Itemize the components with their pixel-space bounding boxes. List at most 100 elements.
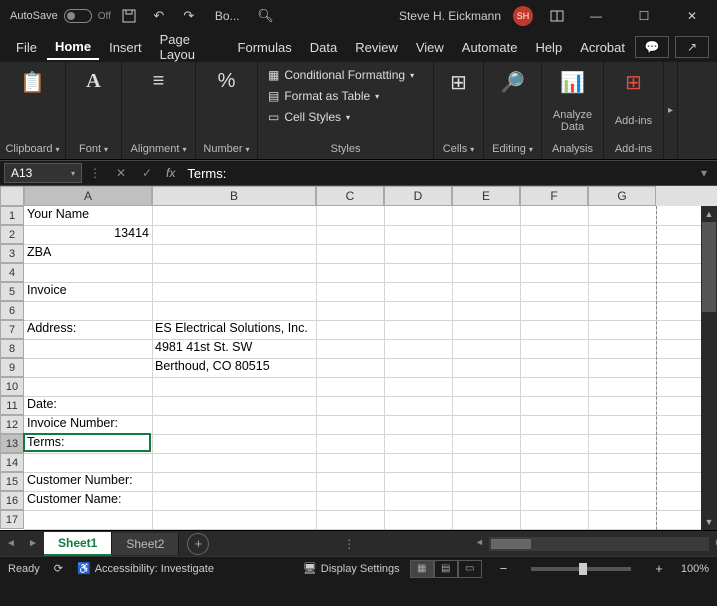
number-icon[interactable]: % — [214, 66, 240, 97]
cell-B8[interactable]: 4981 41st St. SW — [152, 339, 316, 358]
tab-prev-icon[interactable]: ◄ — [0, 538, 22, 549]
row-header-10[interactable]: 10 — [0, 377, 24, 396]
col-header-D[interactable]: D — [384, 186, 452, 206]
cell-B9[interactable]: Berthoud, CO 80515 — [152, 358, 316, 377]
vertical-scrollbar[interactable]: ▲ ▼ — [701, 206, 717, 530]
row-header-11[interactable]: 11 — [0, 396, 24, 415]
circular-refs-icon[interactable]: ⟳ — [54, 562, 63, 575]
zoom-out-button[interactable]: − — [496, 561, 512, 576]
menu-insert[interactable]: Insert — [101, 36, 150, 59]
cell-A7[interactable]: Address: — [24, 320, 152, 339]
scroll-down-icon[interactable]: ▼ — [701, 514, 717, 530]
menu-acrobat[interactable]: Acrobat — [572, 36, 633, 59]
menu-home[interactable]: Home — [47, 35, 99, 60]
row-header-8[interactable]: 8 — [0, 339, 24, 358]
menu-page-layout[interactable]: Page Layou — [152, 28, 228, 66]
col-header-G[interactable]: G — [588, 186, 656, 206]
cell-A15[interactable]: Customer Number: — [24, 472, 152, 491]
row-header-14[interactable]: 14 — [0, 453, 24, 472]
row-header-7[interactable]: 7 — [0, 320, 24, 339]
cells-area[interactable]: Your Name13414ZBA Invoice Address:ES Elect… — [24, 206, 717, 530]
cell-A12[interactable]: Invoice Number: — [24, 415, 152, 434]
cell-B7[interactable]: ES Electrical Solutions, Inc. — [152, 320, 316, 339]
analyze-icon[interactable]: 📊 — [556, 66, 589, 99]
menu-review[interactable]: Review — [347, 36, 406, 59]
horizontal-scrollbar[interactable]: ◄ ► — [489, 537, 709, 551]
ribbon-overflow-icon[interactable]: ▸ — [668, 105, 673, 116]
row-header-15[interactable]: 15 — [0, 472, 24, 491]
editing-icon[interactable]: 🔎 — [496, 66, 529, 99]
maximize-button[interactable]: ☐ — [623, 2, 665, 30]
namebox-menu-icon[interactable]: ⋮ — [82, 166, 108, 180]
row-header-16[interactable]: 16 — [0, 491, 24, 510]
row-header-9[interactable]: 9 — [0, 358, 24, 377]
col-header-B[interactable]: B — [152, 186, 316, 206]
menu-help[interactable]: Help — [527, 36, 570, 59]
name-box[interactable]: A13▾ — [4, 163, 82, 183]
cell-styles-button[interactable]: ▭Cell Styles▾ — [264, 108, 354, 126]
zoom-knob[interactable] — [579, 563, 587, 575]
menu-view[interactable]: View — [408, 36, 452, 59]
cancel-icon[interactable]: ✕ — [108, 166, 134, 180]
row-header-2[interactable]: 2 — [0, 225, 24, 244]
paste-icon[interactable]: 📋 — [16, 66, 49, 99]
col-header-F[interactable]: F — [520, 186, 588, 206]
row-header-4[interactable]: 4 — [0, 263, 24, 282]
display-settings-button[interactable]: 🖥Display Settings — [303, 560, 400, 578]
menu-formulas[interactable]: Formulas — [230, 36, 300, 59]
cell-A1[interactable]: Your Name — [24, 206, 152, 225]
scroll-up-icon[interactable]: ▲ — [701, 206, 717, 222]
hscroll-thumb[interactable] — [491, 539, 531, 549]
zoom-in-button[interactable]: + — [651, 561, 667, 576]
save-icon[interactable] — [117, 4, 141, 28]
user-name[interactable]: Steve H. Eickmann — [399, 9, 501, 23]
menu-file[interactable]: File — [8, 36, 45, 59]
autosave-toggle[interactable] — [64, 9, 92, 23]
enter-icon[interactable]: ✓ — [134, 166, 160, 180]
row-header-3[interactable]: 3 — [0, 244, 24, 263]
expand-formula-icon[interactable]: ▾ — [691, 166, 717, 180]
cell-A5[interactable]: Invoice — [24, 282, 152, 301]
tab-menu-icon[interactable]: ⋮ — [337, 537, 361, 551]
cell-A13[interactable]: Terms: — [24, 434, 152, 453]
format-as-table-button[interactable]: ▤Format as Table▾ — [264, 87, 383, 105]
cell-A3[interactable]: ZBA — [24, 244, 152, 263]
window-layout-icon[interactable] — [545, 4, 569, 28]
cell-A2[interactable]: 13414 — [24, 225, 152, 244]
col-header-A[interactable]: A — [24, 186, 152, 206]
formula-input[interactable]: Terms: — [181, 166, 691, 181]
addins-icon[interactable]: ⊞ — [621, 66, 646, 99]
fx-icon[interactable]: fx — [166, 166, 175, 180]
redo-icon[interactable]: ↷ — [177, 4, 201, 28]
add-sheet-button[interactable]: + — [187, 533, 209, 555]
document-title[interactable]: Bo... — [215, 9, 240, 23]
conditional-formatting-button[interactable]: ▦Conditional Formatting▾ — [264, 66, 418, 84]
col-header-E[interactable]: E — [452, 186, 520, 206]
row-header-17[interactable]: 17 — [0, 510, 24, 529]
hscroll-left-icon[interactable]: ◄ — [475, 537, 484, 547]
minimize-button[interactable]: — — [575, 2, 617, 30]
close-button[interactable]: ✕ — [671, 2, 713, 30]
cell-A16[interactable]: Customer Name: — [24, 491, 152, 510]
view-normal-button[interactable]: ▦ — [410, 560, 434, 578]
sheet-tab-2[interactable]: Sheet2 — [112, 533, 179, 555]
col-header-C[interactable]: C — [316, 186, 384, 206]
row-header-12[interactable]: 12 — [0, 415, 24, 434]
cells-icon[interactable]: ⊞ — [446, 66, 471, 99]
menu-automate[interactable]: Automate — [454, 36, 526, 59]
tab-next-icon[interactable]: ► — [22, 538, 44, 549]
row-header-13[interactable]: 13 — [0, 434, 24, 453]
select-all-corner[interactable] — [0, 186, 24, 206]
share-button[interactable]: ↗ — [675, 36, 709, 58]
undo-icon[interactable]: ↶ — [147, 4, 171, 28]
namebox-dropdown-icon[interactable]: ▾ — [71, 169, 75, 178]
vscroll-thumb[interactable] — [702, 222, 716, 312]
view-page-break-button[interactable]: ▭ — [458, 560, 482, 578]
user-avatar[interactable]: SH — [513, 6, 533, 26]
font-icon[interactable]: A — [82, 66, 104, 97]
row-header-1[interactable]: 1 — [0, 206, 24, 225]
cell-A11[interactable]: Date: — [24, 396, 152, 415]
accessibility-button[interactable]: ♿Accessibility: Investigate — [77, 562, 214, 575]
row-header-6[interactable]: 6 — [0, 301, 24, 320]
row-header-5[interactable]: 5 — [0, 282, 24, 301]
